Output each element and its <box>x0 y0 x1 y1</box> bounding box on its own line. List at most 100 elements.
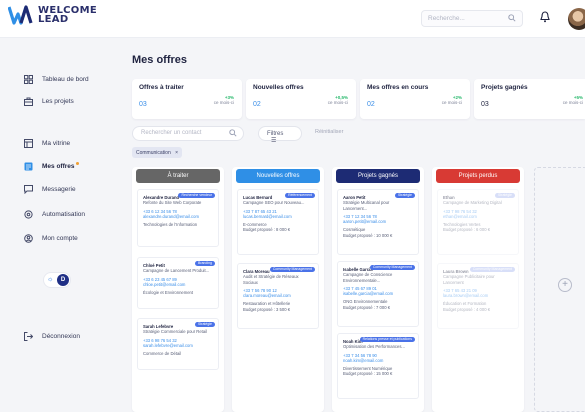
contact-email: laura.brown@email.com <box>443 293 489 299</box>
category-tag: Community Management <box>269 267 315 272</box>
filters-button[interactable]: Filtres ☰ <box>258 126 302 144</box>
budget: Budget proposé : 3 500 € <box>243 306 291 312</box>
stat-value: 03 <box>139 101 147 108</box>
offer-card[interactable]: Community Management Isabelle Garcia Cam… <box>337 261 419 327</box>
sidebar-item-label: Tableau de bord <box>42 76 89 83</box>
stat-delta-period: ce mois-ci <box>213 100 234 105</box>
storefront-icon <box>24 139 33 148</box>
offer-title: Optimisation des Performances... <box>343 344 405 350</box>
offer-title: Campagne de Marketing Digital <box>443 200 502 206</box>
theme-toggle-knob: D <box>57 274 69 286</box>
stat-label: Mes offres en cours <box>367 84 429 91</box>
offer-card[interactable]: Stratégie Sarah Lefebvre Stratégie Comme… <box>137 318 219 370</box>
offer-card[interactable]: Community Management Laura Brown Campagn… <box>437 263 519 329</box>
sidebar-item-label: Les projets <box>42 98 74 105</box>
contact-email: noah.kim@email.com <box>343 357 384 363</box>
stat-label: Offres à traiter <box>139 84 184 91</box>
stat-delta-period: ce mois-ci <box>327 100 348 105</box>
stat-value: 03 <box>481 101 489 108</box>
close-icon[interactable]: × <box>175 150 178 156</box>
offer-card[interactable]: Branding Chloé Petit Campagne de Lanceme… <box>137 257 219 309</box>
sidebar-item-label: Mon compte <box>42 235 78 242</box>
sidebar-item-mon-compte[interactable]: Mon compte <box>24 234 78 243</box>
offer-title: Campagne de Conscience Environnementale.… <box>343 272 393 283</box>
column-header: Projets perdus <box>436 169 520 183</box>
contact-email: aaron.petit@email.com <box>343 219 387 225</box>
offer-title: Campagne Publicitaire pour Lancement <box>443 274 495 285</box>
stat-label: Nouvelles offres <box>253 84 304 91</box>
contact-email: clara.moreau@email.com <box>243 293 291 299</box>
theme-toggle[interactable]: ☼ D <box>44 273 70 287</box>
add-column-button[interactable]: + <box>558 278 572 292</box>
stat-delta: +0,5% ce mois-ci <box>328 95 348 105</box>
offer-card[interactable]: Relations presse et publications Noah Ki… <box>337 333 419 399</box>
budget: Budget proposé : 6 000 € <box>443 227 491 233</box>
welcome-lead-logo-icon <box>8 5 33 25</box>
stat-card-offres-a-traiter: Offres à traiter 03 +3% ce mois-ci <box>132 79 242 119</box>
stat-value: 02 <box>367 101 375 108</box>
top-bar: WELCOME LEAD Recherche... <box>0 0 585 38</box>
sidebar-item-mes-offres[interactable]: Mes offres <box>24 162 79 171</box>
sector: Écologie et Environnement <box>143 290 194 296</box>
reset-filters-link[interactable]: Réinitialiser <box>315 129 343 135</box>
user-avatar[interactable] <box>568 8 585 30</box>
offer-title: Refonte du Site Web Corporate <box>143 200 202 206</box>
offer-card[interactable]: Community Management Clara Moreau Audit … <box>237 263 319 329</box>
stat-delta: +5% ce mois-ci <box>563 95 583 105</box>
sidebar-item-label: Ma vitrine <box>42 140 71 147</box>
sidebar-item-les-projets[interactable]: Les projets <box>24 97 74 106</box>
contact-email: sarah.lefebvre@email.com <box>143 342 193 348</box>
logout-label: Déconnexion <box>42 333 80 340</box>
offer-card[interactable]: Stratégie Ethan Campagne de Marketing Di… <box>437 189 519 255</box>
sector: Technologies de l'Information <box>143 222 198 228</box>
category-tag: Stratégie <box>494 193 515 198</box>
offer-title: Campagne SEO pour Nouveau... <box>243 200 305 206</box>
offer-card[interactable]: Référencement Lucas Bernard Campagne SEO… <box>237 189 319 255</box>
main-content: Mes offres Offres à traiter 03 +3% ce moi… <box>120 40 585 412</box>
active-filter-chip[interactable]: Communication × <box>132 147 183 158</box>
global-search-input[interactable]: Recherche... <box>421 10 523 27</box>
sidebar-item-label: Mes offres <box>42 162 79 170</box>
stat-card-nouvelles-offres: Nouvelles offres 02 +0,5% ce mois-ci <box>246 79 356 119</box>
stat-delta-period: ce mois-ci <box>562 100 583 105</box>
contact-search-input[interactable]: Rechercher un contact <box>132 126 244 141</box>
category-tag: Référencement <box>285 193 315 198</box>
kanban-column-a-traiter: À traiter Recherche vendeur Alexandre Du… <box>132 167 224 412</box>
contact-email: chloe.petit@email.com <box>143 281 186 287</box>
logo[interactable]: WELCOME LEAD <box>8 5 97 25</box>
kanban-column-nouvelles-offres: Nouvelles offres Référencement Lucas Ber… <box>232 167 324 412</box>
sidebar-item-ma-vitrine[interactable]: Ma vitrine <box>24 139 70 148</box>
kanban-column-projets-perdus: Projets perdus Stratégie Ethan Campagne … <box>432 167 524 412</box>
column-header: Projets gagnés <box>336 169 420 183</box>
dashboard-icon <box>24 75 33 84</box>
category-tag: Recherche vendeur <box>178 193 215 198</box>
sidebar-item-label-text: Mes offres <box>42 163 75 170</box>
bell-icon[interactable] <box>540 11 550 23</box>
sidebar-item-label: Automatisation <box>42 211 85 218</box>
sidebar-item-automatisation[interactable]: Automatisation <box>24 210 85 219</box>
gear-icon <box>24 210 33 219</box>
offer-title: Campagne de Lancement Produit... <box>143 268 210 274</box>
budget: Budget proposé : 8 000 € <box>243 227 291 233</box>
sidebar-item-tableau-de-bord[interactable]: Tableau de bord <box>24 75 89 84</box>
active-filter-label: Communication <box>136 150 171 156</box>
sidebar: Tableau de bord Les projets Ma vitrine M… <box>12 40 122 412</box>
category-tag: Relations presse et publications <box>359 337 415 342</box>
stat-label: Projets gagnés <box>481 84 528 91</box>
offer-card[interactable]: Stratégie Aaron Petit Stratégie Multican… <box>337 189 419 255</box>
budget: Budget proposé : 10 000 € <box>343 232 393 238</box>
category-tag: Community Management <box>469 267 515 272</box>
account-icon <box>24 234 33 243</box>
sidebar-item-messagerie[interactable]: Messagerie <box>24 185 76 194</box>
budget: Budget proposé : 15 000 € <box>343 371 393 377</box>
logout-button[interactable]: Déconnexion <box>24 332 80 341</box>
category-tag: Branding <box>194 261 215 266</box>
logout-icon <box>24 332 33 341</box>
briefcase-icon <box>24 97 33 106</box>
chat-icon <box>24 185 33 194</box>
sidebar-item-label: Messagerie <box>42 186 76 193</box>
stat-value: 02 <box>253 101 261 108</box>
offer-card[interactable]: Recherche vendeur Alexandre Durand Refon… <box>137 189 219 247</box>
offer-title: Stratégie Commerciale pour Retail <box>143 329 208 335</box>
search-icon <box>508 14 516 22</box>
